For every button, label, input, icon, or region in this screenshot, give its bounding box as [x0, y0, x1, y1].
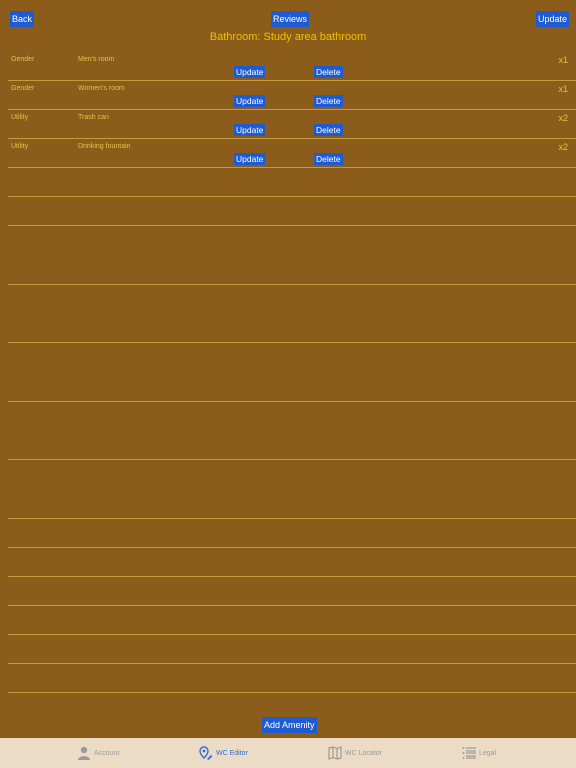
amenity-quantity: x2 [558, 142, 568, 152]
row-separator [8, 547, 576, 548]
update-bathroom-button[interactable]: Update [536, 11, 570, 27]
person-icon [77, 746, 91, 760]
row-separator [8, 401, 576, 402]
row-separator [8, 167, 576, 168]
tab-bar: Account WC Editor WC Locator Legal [0, 738, 576, 768]
tab-legal[interactable]: Legal [462, 738, 496, 768]
row-separator [8, 342, 576, 343]
row-separator [8, 518, 576, 519]
page-title: Bathroom: Study area bathroom [209, 31, 367, 43]
back-button[interactable]: Back [10, 11, 35, 27]
tab-wc-locator[interactable]: WC Locator [328, 738, 382, 768]
update-amenity-button[interactable]: Update [234, 124, 266, 136]
delete-amenity-button[interactable]: Delete [314, 66, 343, 78]
row-separator [8, 692, 576, 693]
tab-label: Legal [479, 749, 497, 757]
row-separator [8, 576, 576, 577]
amenity-row: Utility Trash can x2 Update Delete [0, 109, 576, 138]
row-separator [8, 196, 576, 197]
update-amenity-button[interactable]: Update [234, 95, 266, 107]
reviews-button[interactable]: Reviews [271, 11, 310, 27]
amenity-quantity: x2 [558, 113, 568, 123]
update-amenity-button[interactable]: Update [234, 66, 266, 78]
delete-amenity-button[interactable]: Delete [314, 124, 343, 136]
amenity-row: Gender Men's room x1 Update Delete [0, 51, 576, 80]
update-amenity-button[interactable]: Update [234, 153, 266, 165]
amenity-name: Men's room [78, 56, 115, 63]
tab-label: WC Editor [216, 749, 248, 757]
amenity-quantity: x1 [558, 84, 568, 94]
amenity-row: Utility Drinking fountain x2 Update Dele… [0, 138, 576, 167]
map-pin-edit-icon [199, 746, 213, 760]
amenity-type: Gender [11, 56, 35, 63]
row-separator [8, 663, 576, 664]
amenity-type: Utility [11, 143, 29, 150]
map-icon [328, 746, 342, 760]
row-separator [8, 225, 576, 226]
tab-wc-editor[interactable]: WC Editor [199, 738, 248, 768]
amenity-quantity: x1 [558, 55, 568, 65]
amenity-name: Drinking fountain [78, 143, 131, 150]
row-separator [8, 634, 576, 635]
list-icon [462, 746, 476, 760]
row-separator [8, 605, 576, 606]
tab-label: WC Locator [345, 749, 382, 757]
tab-account[interactable]: Account [77, 738, 119, 768]
row-separator [8, 459, 576, 460]
add-amenity-button[interactable]: Add Amenity [262, 717, 317, 733]
amenity-name: Women's room [78, 85, 125, 92]
amenity-type: Gender [11, 85, 35, 92]
tab-label: Account [94, 749, 120, 757]
amenity-name: Trash can [78, 114, 109, 121]
row-separator [8, 284, 576, 285]
amenity-type: Utility [11, 114, 29, 121]
delete-amenity-button[interactable]: Delete [314, 153, 343, 165]
amenity-row: Gender Women's room x1 Update Delete [0, 80, 576, 109]
delete-amenity-button[interactable]: Delete [314, 95, 343, 107]
